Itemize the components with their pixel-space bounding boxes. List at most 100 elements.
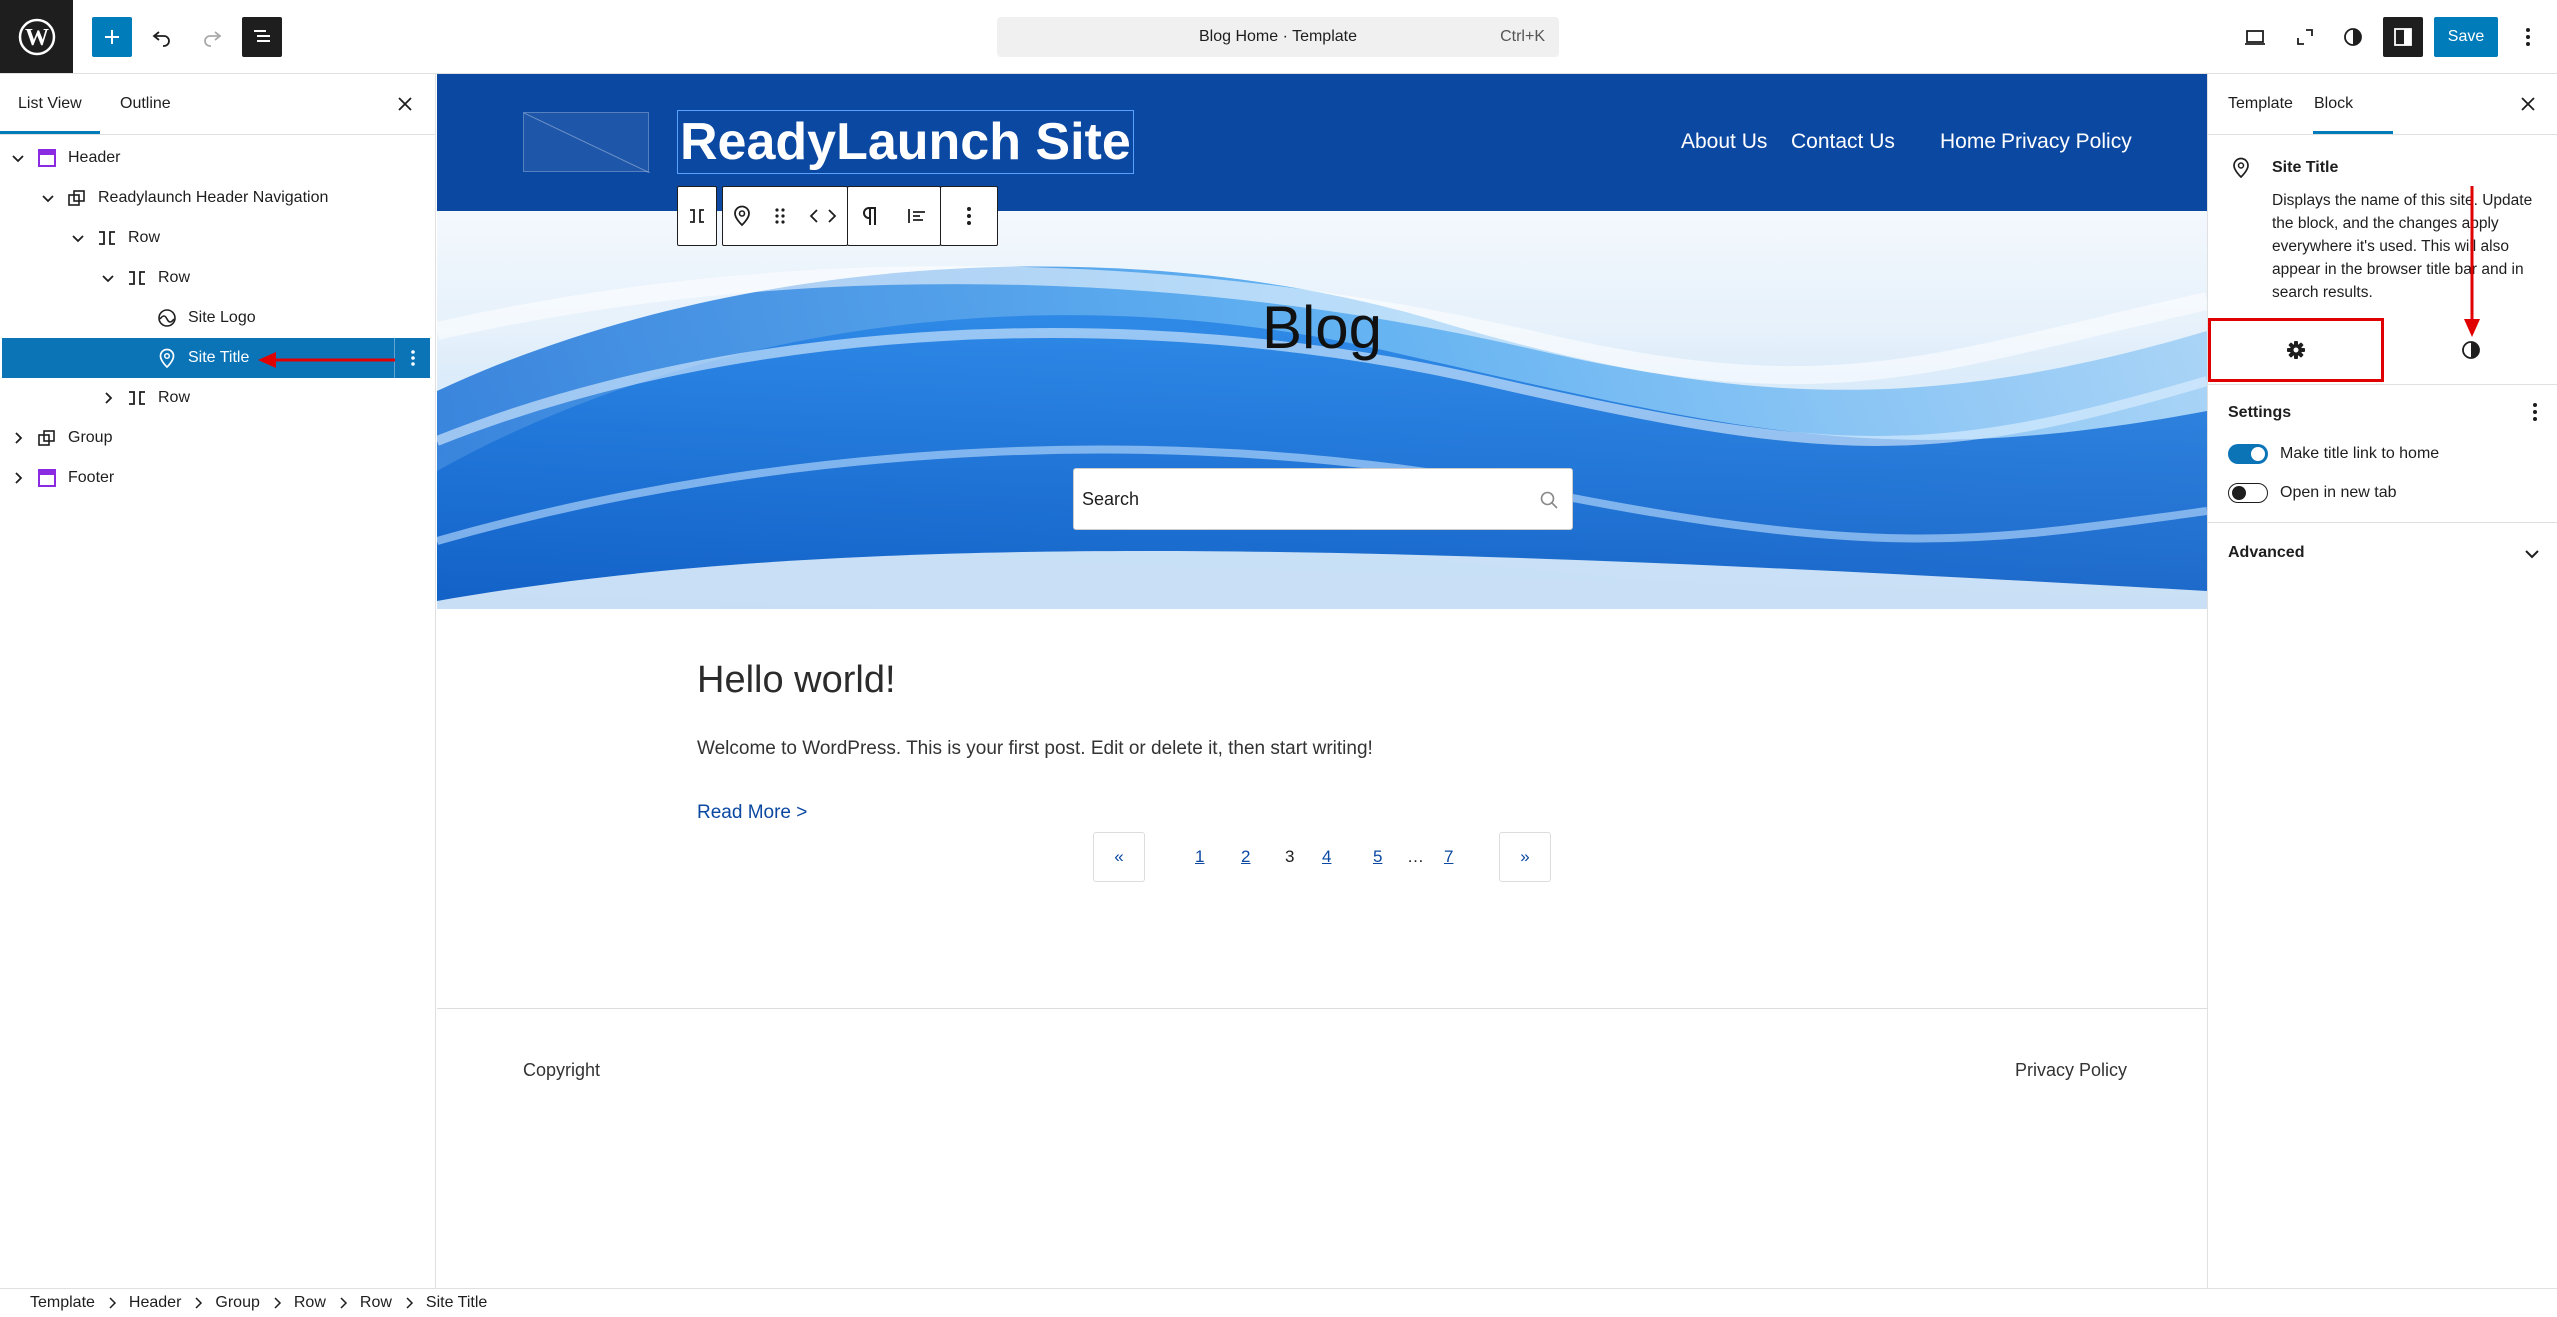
list-view-item[interactable]: Row	[2, 378, 430, 418]
divider	[2208, 384, 2557, 385]
chevron-down-icon[interactable]	[70, 230, 86, 246]
settings-sidebar-button[interactable]	[2383, 17, 2423, 57]
footer-divider	[437, 1008, 2207, 1009]
list-view-item[interactable]: Group	[2, 418, 430, 458]
toggle-new-tab[interactable]	[2228, 483, 2268, 503]
list-view-item-label: Site Title	[188, 349, 250, 366]
logo-placeholder-icon	[524, 113, 650, 173]
wordpress-logo-button[interactable]: W	[0, 0, 73, 73]
close-icon[interactable]	[395, 94, 415, 114]
undo-button[interactable]	[142, 17, 182, 57]
list-view-item[interactable]: Footer	[2, 458, 430, 498]
close-icon[interactable]	[2518, 94, 2538, 114]
inspector-styles-tab[interactable]	[2384, 318, 2557, 382]
preview-button[interactable]	[2235, 17, 2275, 57]
save-button[interactable]: Save	[2434, 17, 2498, 57]
list-view-item-label: Group	[68, 429, 113, 446]
list-view-item[interactable]: Readylaunch Header Navigation	[2, 178, 430, 218]
pagination-previous[interactable]: «	[1093, 832, 1145, 882]
pagination-ellipsis: …	[1407, 847, 1424, 866]
chevron-right-icon	[392, 1297, 426, 1309]
block-type-button[interactable]	[723, 187, 761, 245]
editor-canvas[interactable]: ReadyLaunch Site About Us Contact Us Hom…	[437, 74, 2207, 1288]
post-title[interactable]: Hello world!	[697, 659, 896, 702]
footer-copyright[interactable]: Copyright	[523, 1060, 600, 1081]
advanced-panel-toggle[interactable]: Advanced	[2228, 544, 2304, 562]
pagination-page-link[interactable]: 7	[1444, 832, 1453, 882]
list-view-item[interactable]: Row	[2, 258, 430, 298]
select-parent-row-button[interactable]	[678, 187, 716, 245]
command-shortcut: Ctrl+K	[1500, 28, 1545, 45]
chevron-right-icon[interactable]	[100, 390, 116, 406]
breadcrumb-item: Site Title	[425, 1294, 488, 1311]
search-input[interactable]: Search	[1073, 468, 1573, 530]
document-overview-button[interactable]	[242, 17, 282, 57]
pagination: « » 1 2 3 4 5 … 7	[437, 832, 2207, 884]
footer-privacy-link[interactable]: Privacy Policy	[2015, 1060, 2127, 1081]
read-more-link[interactable]: Read More >	[697, 802, 807, 824]
search-icon[interactable]	[1538, 489, 1560, 511]
plus-icon	[105, 30, 119, 44]
nav-link-home[interactable]: Home	[1940, 130, 1996, 154]
chevron-right-icon[interactable]	[10, 430, 26, 446]
pagination-next[interactable]: »	[1499, 832, 1551, 882]
breadcrumb-item[interactable]: Template	[30, 1294, 95, 1312]
chevron-down-icon[interactable]	[2522, 544, 2542, 564]
tab-outline[interactable]: Outline	[120, 74, 171, 134]
desktop-icon	[2245, 30, 2265, 45]
pagination-page-link[interactable]: 5	[1373, 832, 1382, 882]
styles-button[interactable]	[2333, 17, 2373, 57]
breadcrumb-item[interactable]: Header	[129, 1294, 181, 1312]
chevron-right-icon	[260, 1297, 294, 1309]
site-logo-placeholder[interactable]	[523, 112, 650, 173]
hero-title[interactable]: Blog	[437, 293, 2207, 362]
hero-cover[interactable]: Blog Search	[437, 211, 2207, 609]
block-toolbar-parent-group	[677, 186, 717, 246]
toggle-link-home-label: Make title link to home	[2280, 445, 2440, 462]
chevron-down-icon[interactable]	[40, 190, 56, 206]
breadcrumb-item[interactable]: Row	[294, 1294, 326, 1312]
chevron-down-icon[interactable]	[10, 150, 26, 166]
add-block-button[interactable]	[92, 17, 132, 57]
nav-link-contact[interactable]: Contact Us	[1791, 130, 1895, 154]
list-view-panel: List View Outline Header Readylaunch Head…	[0, 74, 436, 1288]
site-title[interactable]: ReadyLaunch Site	[677, 110, 1134, 174]
toggle-new-tab-row: Open in new tab	[2228, 478, 2397, 508]
move-left-right-button[interactable]	[799, 187, 847, 245]
divider	[2208, 522, 2557, 523]
pagination-page-link[interactable]: 1	[1195, 832, 1204, 882]
text-align-button[interactable]	[894, 187, 940, 245]
tab-list-view[interactable]: List View	[18, 74, 82, 134]
align-left-icon	[908, 209, 925, 223]
post-excerpt[interactable]: Welcome to WordPress. This is your first…	[697, 738, 1373, 760]
block-breadcrumb: Template Header Group Row Row Site Title	[0, 1288, 2557, 1317]
breadcrumb-item[interactable]: Group	[215, 1294, 259, 1312]
redo-button[interactable]	[192, 17, 232, 57]
command-palette-bar[interactable]: Blog Home · Template Ctrl+K	[997, 17, 1559, 57]
gear-icon	[2287, 341, 2305, 359]
nav-link-privacy[interactable]: Privacy Policy	[2001, 130, 2132, 154]
inspector-settings-tab[interactable]	[2208, 318, 2384, 382]
map-marker-icon	[2233, 157, 2249, 178]
tab-block[interactable]: Block	[2314, 74, 2353, 134]
tab-template[interactable]: Template	[2228, 74, 2293, 134]
settings-sidebar: Template Block Site Title Displays the n…	[2207, 74, 2557, 1288]
pagination-page-link[interactable]: 4	[1322, 832, 1331, 882]
options-button[interactable]	[2508, 17, 2548, 57]
breadcrumb-item[interactable]: Row	[360, 1294, 392, 1312]
list-view-item[interactable]: Header	[2, 138, 430, 178]
pagination-page-link[interactable]: 2	[1241, 832, 1250, 882]
list-view-item[interactable]: Site Title	[2, 338, 430, 378]
chevron-right-icon[interactable]	[10, 470, 26, 486]
list-view-item[interactable]: Site Logo	[2, 298, 430, 338]
toggle-link-home[interactable]	[2228, 444, 2268, 464]
nav-link-about[interactable]: About Us	[1681, 130, 1767, 154]
heading-level-button[interactable]	[848, 187, 894, 245]
list-view-item-options-button[interactable]	[394, 338, 430, 378]
more-vertical-icon[interactable]	[2524, 401, 2546, 423]
block-options-button[interactable]	[941, 187, 997, 245]
drag-handle[interactable]	[761, 187, 799, 245]
chevron-down-icon[interactable]	[100, 270, 116, 286]
zoom-out-button[interactable]	[2285, 17, 2325, 57]
list-view-item[interactable]: Row	[2, 218, 430, 258]
